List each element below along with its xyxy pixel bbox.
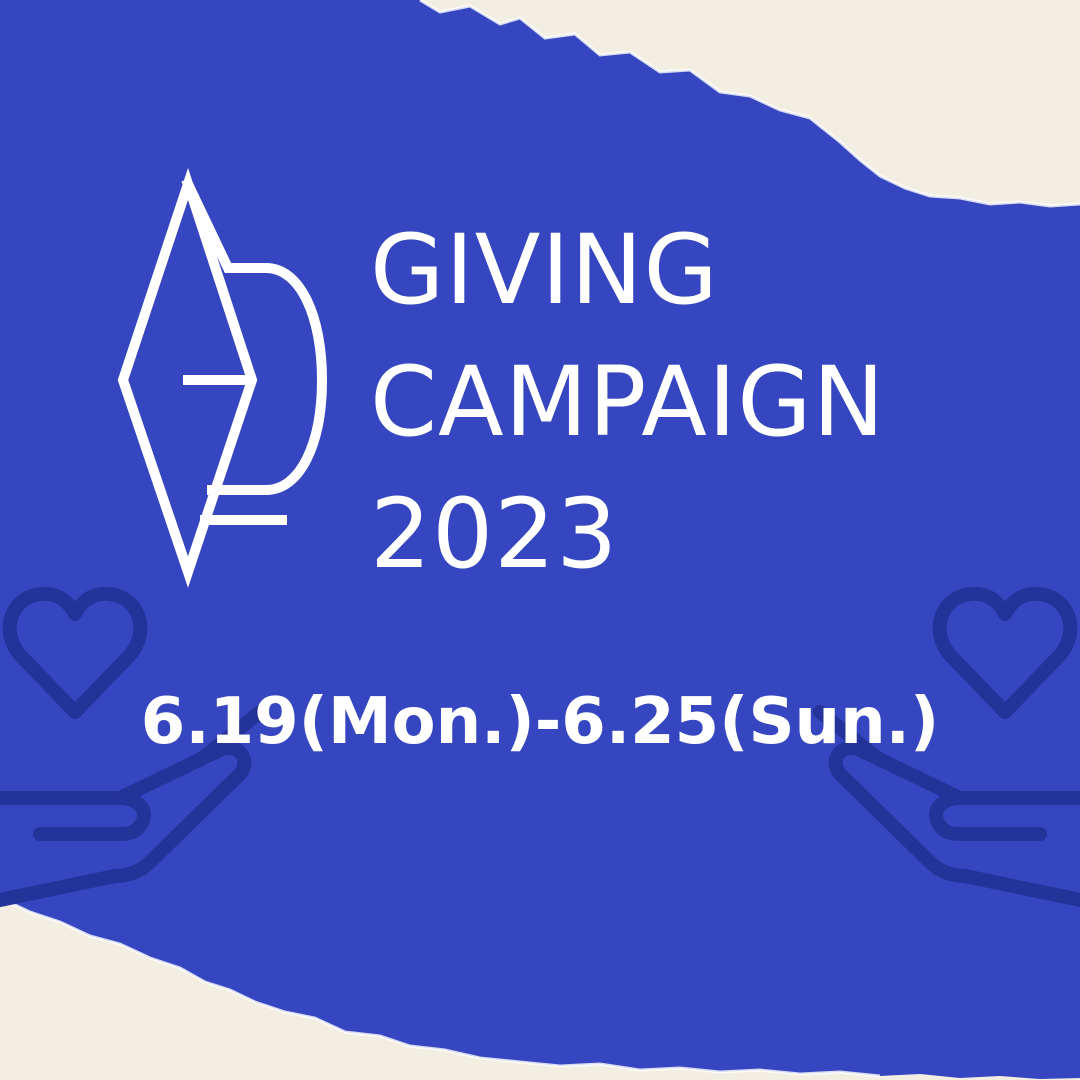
campaign-poster: GIVING CAMPAIGN 2023 6.19(Mon.)-6.25(Sun… bbox=[0, 0, 1080, 1080]
campaign-year: 2023 bbox=[370, 478, 619, 590]
torn-paper-bottom bbox=[0, 898, 1080, 1080]
campaign-date-range: 6.19(Mon.)-6.25(Sun.) bbox=[140, 685, 940, 759]
campaign-title-line-2: CAMPAIGN bbox=[370, 346, 886, 458]
torn-paper-top bbox=[420, 0, 1080, 206]
campaign-title-line-1: GIVING bbox=[370, 214, 719, 326]
diamond-logo-icon bbox=[117, 168, 328, 588]
